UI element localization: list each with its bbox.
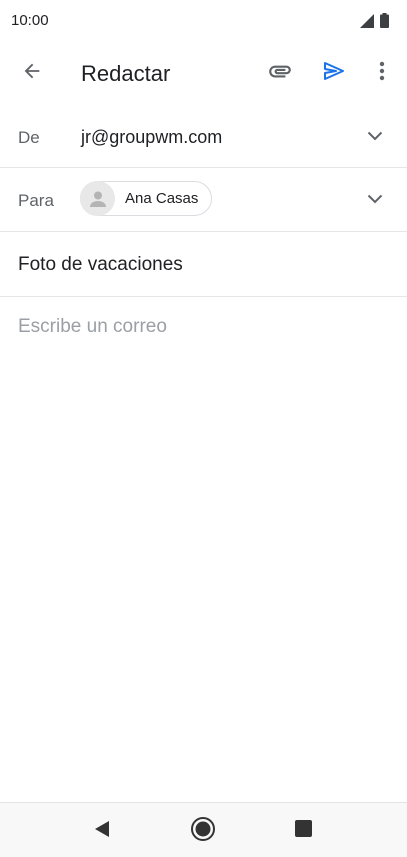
avatar [80,181,115,216]
navigation-bar [0,802,407,857]
from-address[interactable]: jr@groupwm.com [81,127,222,148]
nav-recents-icon [294,820,312,842]
nav-recents-button[interactable] [283,811,323,851]
nav-back-icon [93,820,111,843]
to-row[interactable]: Para Ana Casas [0,168,407,232]
more-vert-icon [379,61,385,86]
page-title: Redactar [81,61,171,86]
attach-button[interactable] [260,53,300,93]
recipient-name: Ana Casas [125,190,199,207]
from-label: De [18,128,40,147]
recipient-chip[interactable]: Ana Casas [80,181,212,216]
send-icon [322,59,346,88]
status-bar: 10:00 [0,0,407,40]
battery-icon [380,13,389,33]
nav-back-button[interactable] [82,811,122,851]
send-button[interactable] [314,53,354,93]
from-row[interactable]: De jr@groupwm.com [0,103,407,168]
chevron-down-icon[interactable] [363,124,387,148]
chevron-down-icon[interactable] [363,187,387,211]
status-time: 10:00 [11,12,49,29]
paperclip-icon [267,58,293,89]
status-icons [360,13,389,33]
signal-icon [360,13,374,33]
back-button[interactable] [12,53,52,93]
nav-home-button[interactable] [183,811,223,851]
to-label: Para [18,191,54,210]
subject-field[interactable]: Foto de vacaciones [18,254,183,276]
app-bar: Redactar [0,44,407,102]
nav-home-icon [190,816,216,847]
more-options-button[interactable] [362,53,402,93]
arrow-back-icon [21,60,43,87]
subject-row[interactable]: Foto de vacaciones [0,232,407,297]
body-field[interactable]: Escribe un correo [18,316,167,338]
